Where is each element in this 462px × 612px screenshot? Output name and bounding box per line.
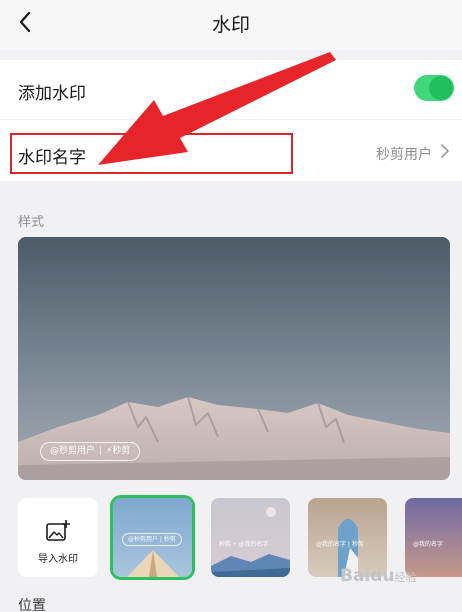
add-watermark-label: 添加水印 bbox=[18, 84, 86, 104]
add-watermark-toggle[interactable] bbox=[414, 75, 454, 101]
site-watermark-text: Baidu bbox=[340, 566, 395, 586]
thumb-image bbox=[211, 507, 290, 577]
badge-divider: | bbox=[99, 446, 103, 456]
template-thumb-text: @秒剪用户 | 秒剪 bbox=[122, 533, 182, 546]
site-watermark: Baidu经验 bbox=[340, 566, 417, 586]
image-add-icon bbox=[46, 520, 70, 541]
watermark-name-value: 秒剪用户 bbox=[376, 147, 432, 163]
template-thumb-text: @我的名字 bbox=[413, 541, 444, 548]
chevron-right-icon bbox=[441, 144, 449, 158]
style-section-label: 样式 bbox=[18, 215, 45, 230]
import-watermark-label: 导入水印 bbox=[38, 554, 78, 565]
import-watermark-button[interactable]: 导入水印 bbox=[18, 498, 98, 577]
template-thumb-text: @我的名字 | 秒剪 bbox=[316, 541, 364, 548]
toggle-knob bbox=[429, 76, 453, 100]
preview-watermark-badge: @秒剪用户 | ⚡秒剪 bbox=[40, 442, 141, 461]
annotation-highlight-box bbox=[10, 133, 293, 174]
page-title: 水印 bbox=[211, 14, 250, 36]
top-bar: 水印 bbox=[0, 0, 462, 50]
site-watermark-sub: 经验 bbox=[394, 571, 417, 584]
watermark-preview: @秒剪用户 | ⚡秒剪 bbox=[18, 237, 450, 480]
preview-badge-user: @秒剪用户 bbox=[50, 446, 96, 456]
template-thumb-text: 秒剪 • @我的名字 bbox=[219, 541, 269, 548]
preview-badge-app: 秒剪 bbox=[112, 446, 131, 456]
template-thumb-2[interactable]: 秒剪 • @我的名字 bbox=[211, 498, 290, 577]
add-watermark-row: 添加水印 bbox=[0, 60, 462, 119]
template-thumb-1[interactable]: @秒剪用户 | 秒剪 bbox=[113, 498, 192, 577]
position-section-label: 位置 bbox=[18, 598, 46, 612]
